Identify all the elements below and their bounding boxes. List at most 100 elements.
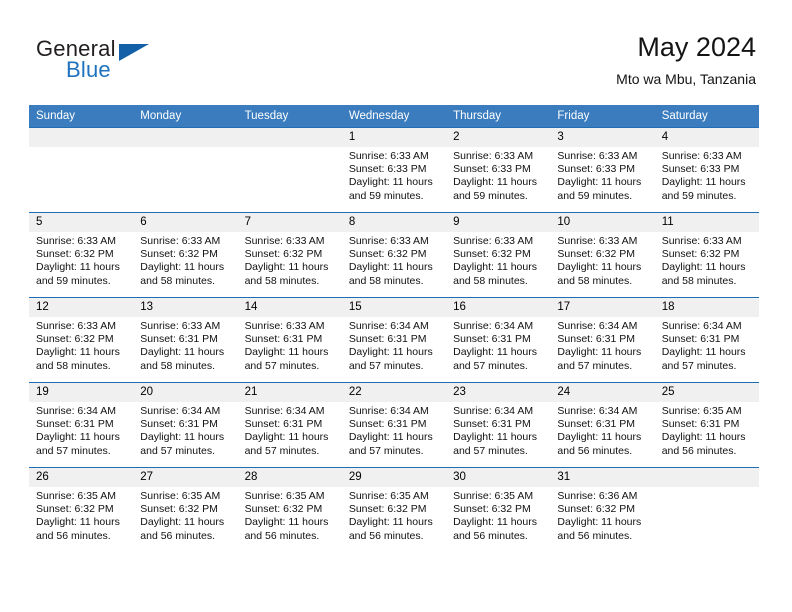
day-details: Sunrise: 6:34 AM Sunset: 6:31 PM Daylight:…	[133, 402, 237, 458]
sunrise-text: Sunrise: 6:33 AM	[453, 150, 534, 162]
daylight-text-line2: and 59 minutes.	[557, 189, 633, 202]
calendar-day-cell[interactable]: 26 Sunrise: 6:35 AM Sunset: 6:32 PM Dayligh…	[29, 467, 134, 552]
calendar-day-cell[interactable]: 25 Sunrise: 6:35 AM Sunset: 6:31 PM Dayligh…	[654, 382, 759, 468]
calendar-day-cell[interactable]: 19 Sunrise: 6:34 AM Sunset: 6:31 PM Dayligh…	[29, 382, 134, 468]
calendar-day-cell[interactable]: 22 Sunrise: 6:34 AM Sunset: 6:31 PM Dayligh…	[341, 382, 447, 468]
weekday-header-monday: Monday	[133, 105, 238, 128]
day-details: Sunrise: 6:36 AM Sunset: 6:32 PM Daylight:…	[550, 487, 654, 543]
day-details: Sunrise: 6:33 AM Sunset: 6:33 PM Daylight:…	[655, 147, 759, 203]
day-details: Sunrise: 6:33 AM Sunset: 6:32 PM Daylight:…	[238, 232, 342, 288]
day-details: Sunrise: 6:35 AM Sunset: 6:32 PM Daylight:…	[238, 487, 342, 543]
calendar-day-cell[interactable]: 16 Sunrise: 6:34 AM Sunset: 6:31 PM Dayligh…	[446, 297, 551, 383]
calendar-day-cell[interactable]: 10 Sunrise: 6:33 AM Sunset: 6:32 PM Dayligh…	[550, 212, 655, 298]
weekday-header-friday: Friday	[550, 105, 655, 128]
day-number: 1	[341, 128, 447, 147]
calendar-day-cell[interactable]: 27 Sunrise: 6:35 AM Sunset: 6:32 PM Dayligh…	[133, 467, 238, 552]
sunrise-text: Sunrise: 6:34 AM	[453, 320, 534, 332]
calendar-day-cell[interactable]: 6 Sunrise: 6:33 AM Sunset: 6:32 PM Daylight…	[133, 212, 238, 298]
calendar-day-cell[interactable]: 30 Sunrise: 6:35 AM Sunset: 6:32 PM Dayligh…	[446, 467, 551, 552]
day-details: Sunrise: 6:33 AM Sunset: 6:32 PM Daylight:…	[655, 232, 759, 288]
day-number: 11	[654, 213, 759, 232]
sunset-text: Sunset: 6:31 PM	[244, 333, 323, 346]
calendar-day-cell[interactable]: 15 Sunrise: 6:34 AM Sunset: 6:31 PM Dayligh…	[341, 297, 447, 383]
day-details: Sunrise: 6:34 AM Sunset: 6:31 PM Daylight:…	[446, 402, 550, 458]
daylight-text-line2: and 58 minutes.	[348, 274, 424, 287]
daylight-text-line1: Daylight: 11 hours	[244, 431, 329, 444]
daylight-text-line1: Daylight: 11 hours	[140, 431, 225, 444]
sunrise-text: Sunrise: 6:33 AM	[661, 235, 742, 247]
brand-name-blue: Blue	[66, 57, 111, 82]
sunset-text: Sunset: 6:33 PM	[557, 163, 636, 176]
daylight-text-line2: and 57 minutes.	[453, 359, 528, 372]
calendar-day-cell[interactable]: 4 Sunrise: 6:33 AM Sunset: 6:33 PM Daylight…	[654, 127, 759, 213]
daylight-text-line2: and 58 minutes.	[557, 274, 633, 287]
daylight-text-line2: and 58 minutes.	[453, 274, 528, 287]
day-details: Sunrise: 6:34 AM Sunset: 6:31 PM Daylight:…	[342, 402, 446, 458]
daylight-text-line1: Daylight: 11 hours	[661, 346, 746, 359]
calendar-day-cell[interactable]: 28 Sunrise: 6:35 AM Sunset: 6:32 PM Dayligh…	[237, 467, 342, 552]
title-block: May 2024 Mto wa Mbu, Tanzania	[616, 30, 756, 88]
calendar-day-cell[interactable]: 11 Sunrise: 6:33 AM Sunset: 6:32 PM Dayligh…	[654, 212, 759, 298]
daylight-text-line2: and 56 minutes.	[140, 529, 215, 542]
calendar-day-cell[interactable]: 17 Sunrise: 6:34 AM Sunset: 6:31 PM Dayligh…	[550, 297, 655, 383]
month-calendar: Sunday Monday Tuesday Wednesday Thursday Frid…	[29, 105, 759, 552]
sunset-text: Sunset: 6:31 PM	[348, 333, 427, 346]
daylight-text-line1: Daylight: 11 hours	[348, 261, 433, 274]
daylight-text-line1: Daylight: 11 hours	[36, 516, 120, 529]
sunset-text: Sunset: 6:32 PM	[244, 503, 323, 516]
day-details: Sunrise: 6:33 AM Sunset: 6:33 PM Daylight:…	[342, 147, 446, 203]
day-number	[237, 128, 342, 147]
calendar-day-cell[interactable]: 23 Sunrise: 6:34 AM Sunset: 6:31 PM Dayligh…	[446, 382, 551, 468]
calendar-day-cell[interactable]: 31 Sunrise: 6:36 AM Sunset: 6:32 PM Dayligh…	[550, 467, 655, 552]
day-number: 30	[446, 468, 551, 487]
sunrise-text: Sunrise: 6:33 AM	[661, 150, 742, 162]
sunrise-text: Sunrise: 6:35 AM	[36, 490, 116, 502]
daylight-text-line1: Daylight: 11 hours	[557, 176, 642, 189]
calendar-day-cell[interactable]: 21 Sunrise: 6:34 AM Sunset: 6:31 PM Dayligh…	[237, 382, 342, 468]
daylight-text-line2: and 57 minutes.	[244, 359, 320, 372]
calendar-day-cell[interactable]: 8 Sunrise: 6:33 AM Sunset: 6:32 PM Daylight…	[341, 212, 447, 298]
day-details: Sunrise: 6:34 AM Sunset: 6:31 PM Daylight:…	[550, 402, 654, 458]
calendar-day-cell[interactable]: 12 Sunrise: 6:33 AM Sunset: 6:32 PM Dayligh…	[29, 297, 134, 383]
calendar-day-cell[interactable]: 9 Sunrise: 6:33 AM Sunset: 6:32 PM Daylight…	[446, 212, 551, 298]
daylight-text-line2: and 59 minutes.	[661, 189, 737, 202]
day-number: 23	[446, 383, 551, 402]
calendar-week-row: 12 Sunrise: 6:33 AM Sunset: 6:32 PM Dayligh…	[29, 297, 759, 383]
daylight-text-line1: Daylight: 11 hours	[348, 176, 433, 189]
day-number	[29, 128, 134, 147]
day-details: Sunrise: 6:33 AM Sunset: 6:32 PM Daylight:…	[133, 232, 237, 288]
day-details: Sunrise: 6:34 AM Sunset: 6:31 PM Daylight:…	[550, 317, 654, 373]
day-number: 8	[341, 213, 447, 232]
calendar-day-cell[interactable]: 5 Sunrise: 6:33 AM Sunset: 6:32 PM Daylight…	[29, 212, 134, 298]
calendar-day-cell[interactable]: 2 Sunrise: 6:33 AM Sunset: 6:33 PM Daylight…	[446, 127, 551, 213]
calendar-day-cell[interactable]: 3 Sunrise: 6:33 AM Sunset: 6:33 PM Daylight…	[550, 127, 655, 213]
day-number	[133, 128, 238, 147]
calendar-day-cell[interactable]: 29 Sunrise: 6:35 AM Sunset: 6:32 PM Dayligh…	[341, 467, 447, 552]
calendar-day-cell[interactable]: 20 Sunrise: 6:34 AM Sunset: 6:31 PM Dayligh…	[133, 382, 238, 468]
sunset-text: Sunset: 6:33 PM	[661, 163, 740, 176]
day-details: Sunrise: 6:34 AM Sunset: 6:31 PM Daylight:…	[29, 402, 133, 458]
calendar-day-cell[interactable]: 24 Sunrise: 6:34 AM Sunset: 6:31 PM Dayligh…	[550, 382, 655, 468]
calendar-day-cell[interactable]: 13 Sunrise: 6:33 AM Sunset: 6:31 PM Dayligh…	[133, 297, 238, 383]
sunrise-text: Sunrise: 6:35 AM	[244, 490, 325, 502]
daylight-text-line1: Daylight: 11 hours	[36, 346, 120, 359]
day-number: 31	[550, 468, 655, 487]
daylight-text-line1: Daylight: 11 hours	[244, 516, 329, 529]
sunrise-text: Sunrise: 6:34 AM	[557, 405, 638, 417]
sunset-text: Sunset: 6:33 PM	[348, 163, 427, 176]
day-number: 9	[446, 213, 551, 232]
brand-logo[interactable]: General Blue	[36, 36, 236, 88]
sunset-text: Sunset: 6:31 PM	[244, 418, 323, 431]
sunset-text: Sunset: 6:31 PM	[453, 333, 531, 346]
calendar-day-cell[interactable]: 18 Sunrise: 6:34 AM Sunset: 6:31 PM Dayligh…	[654, 297, 759, 383]
daylight-text-line1: Daylight: 11 hours	[453, 261, 537, 274]
sunset-text: Sunset: 6:31 PM	[557, 418, 636, 431]
daylight-text-line1: Daylight: 11 hours	[244, 346, 329, 359]
sunset-text: Sunset: 6:32 PM	[557, 503, 636, 516]
calendar-day-cell[interactable]: 14 Sunrise: 6:33 AM Sunset: 6:31 PM Dayligh…	[237, 297, 342, 383]
day-number: 5	[29, 213, 134, 232]
calendar-day-cell[interactable]: 1 Sunrise: 6:33 AM Sunset: 6:33 PM Daylight…	[341, 127, 447, 213]
sunset-text: Sunset: 6:32 PM	[140, 248, 218, 261]
calendar-day-cell[interactable]: 7 Sunrise: 6:33 AM Sunset: 6:32 PM Daylight…	[237, 212, 342, 298]
daylight-text-line1: Daylight: 11 hours	[348, 346, 433, 359]
